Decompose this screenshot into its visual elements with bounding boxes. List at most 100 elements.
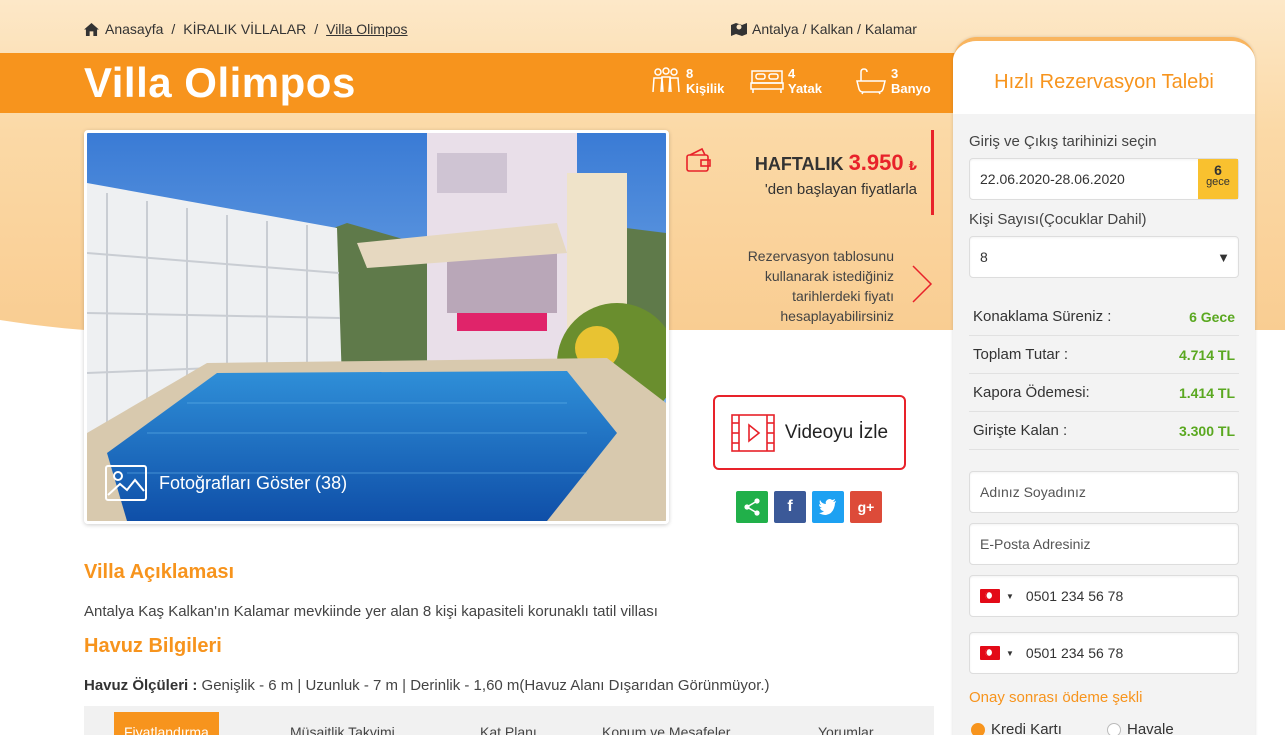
summary-value: 1.414 TL (1178, 384, 1235, 401)
phone-field-2[interactable]: ▼ 0501 234 56 78 (969, 632, 1239, 674)
summary-value: 3.300 TL (1178, 422, 1235, 439)
show-photos-button[interactable]: Fotoğrafları Göster (38) (105, 465, 347, 501)
guests-label: Kişi Sayısı(Çocuklar Dahil) (969, 211, 1147, 228)
description-title: Villa Açıklaması (84, 561, 235, 583)
video-icon (731, 413, 775, 452)
breadcrumb: Anasayfa / KİRALIK VİLLALAR / Villa Olim… (84, 21, 408, 37)
price-period: HAFTALIK (754, 154, 844, 174)
tab-reviews[interactable]: Yorumlar (818, 724, 874, 735)
wallet-icon (686, 147, 711, 172)
payment-option-label: Kredi Kartı (991, 721, 1062, 735)
nights-badge: 6 gece (1198, 159, 1238, 199)
email-field[interactable]: E-Posta Adresiniz (969, 523, 1239, 565)
feature-baths-label: Banyo (891, 81, 931, 96)
breadcrumb-separator: / (314, 21, 319, 37)
summary-label: Kapora Ödemesi: (973, 384, 1090, 401)
share-buttons: f g+ (736, 491, 882, 523)
tab-pricing[interactable]: Fiyatlandırma (114, 712, 219, 735)
feature-baths-value: 3 (891, 66, 899, 81)
guests-select[interactable]: 8 ▼ (969, 236, 1239, 278)
breadcrumb-home[interactable]: Anasayfa (105, 21, 163, 37)
summary-label: Toplam Tutar : (973, 346, 1069, 363)
nights-value: 6 (1214, 162, 1222, 178)
share-icon (744, 498, 760, 516)
payment-title: Onay sonrası ödeme şekli (969, 689, 1143, 706)
tab-location[interactable]: Konum ve Mesafeler (602, 724, 730, 735)
summary-row: Toplam Tutar : 4.714 TL (969, 336, 1239, 374)
phone-value-2: 0501 234 56 78 (1025, 645, 1124, 661)
villa-title: Villa Olimpos (84, 59, 356, 106)
pool-info: Havuz Ölçüleri : Genişlik - 6 m | Uzunlu… (84, 677, 770, 694)
map-icon (731, 23, 747, 36)
chevron-right-icon (912, 265, 933, 303)
price-divider (931, 130, 934, 215)
turkey-flag-icon (980, 646, 1000, 660)
feature-baths: 3 Banyo (855, 66, 931, 96)
twitter-icon (819, 499, 836, 515)
payment-option-label: Havale (1127, 721, 1174, 735)
date-range-input[interactable]: 22.06.2020-28.06.2020 6 gece (969, 158, 1239, 200)
tab-availability[interactable]: Müsaitlik Takvimi (290, 724, 395, 735)
phone-value-1: 0501 234 56 78 (1025, 588, 1124, 604)
price-subtext: 'den başlayan fiyatlarla (764, 181, 917, 198)
pool-label: Havuz Ölçüleri : (84, 677, 198, 694)
bed-icon (750, 70, 784, 93)
summary-label: Girişte Kalan : (973, 422, 1068, 439)
feature-beds: 4 Yatak (750, 66, 822, 96)
show-photos-label: Fotoğrafları Göster (38) (159, 472, 348, 493)
feature-beds-label: Yatak (788, 81, 822, 96)
tab-floor-plan[interactable]: Kat Planı (480, 724, 537, 735)
turkey-flag-icon (980, 589, 1000, 603)
summary-row: Kapora Ödemesi: 1.414 TL (969, 374, 1239, 412)
breadcrumb-current[interactable]: Villa Olimpos (326, 21, 407, 37)
feature-beds-value: 4 (788, 66, 796, 81)
pool-text: Genişlik - 6 m | Uzunluk - 7 m | Derinli… (201, 677, 770, 694)
description-text: Antalya Kaş Kalkan'ın Kalamar mevkiinde … (84, 603, 658, 620)
google-plus-icon: g+ (857, 499, 875, 515)
summary-value: 4.714 TL (1178, 346, 1235, 363)
date-label: Giriş ve Çıkış tarihinizi seçin (969, 133, 1157, 150)
watch-video-button[interactable]: Videoyu İzle (713, 395, 906, 470)
summary-row: Konaklama Süreniz : 6 Gece (969, 298, 1239, 336)
location: Antalya / Kalkan / Kalamar (731, 21, 917, 37)
share-button[interactable] (736, 491, 768, 523)
feature-capacity-label: Kişilik (686, 81, 725, 96)
details-tabs: Fiyatlandırma Müsaitlik Takvimi Kat Plan… (84, 706, 934, 735)
reservation-sidebar: Hızlı Rezervasyon Talebi Giriş ve Çıkış … (953, 37, 1255, 735)
summary-label: Konaklama Süreniz : (973, 308, 1112, 325)
villa-photo-image (87, 133, 666, 521)
facebook-share-button[interactable]: f (774, 491, 806, 523)
facebook-icon: f (787, 498, 793, 515)
people-icon (652, 67, 680, 93)
summary-row: Girişte Kalan : 3.300 TL (969, 412, 1239, 450)
radio-selected-icon[interactable] (971, 722, 985, 735)
bathtub-icon (856, 68, 886, 95)
payment-option-card[interactable]: Kredi Kartı (971, 721, 1062, 735)
twitter-share-button[interactable] (812, 491, 844, 523)
payment-option-transfer[interactable]: Havale (1107, 721, 1174, 735)
feature-capacity-value: 8 (686, 66, 694, 81)
price-amount: 3.950 (848, 150, 904, 175)
google-plus-share-button[interactable]: g+ (850, 491, 882, 523)
price-currency: ₺ (908, 159, 917, 173)
phone-field-1[interactable]: ▼ 0501 234 56 78 (969, 575, 1239, 617)
image-icon (105, 465, 147, 501)
feature-capacity: 8 Kişilik (650, 66, 724, 96)
summary-value: 6 Gece (1189, 308, 1235, 325)
caret-down-icon: ▼ (1006, 591, 1014, 601)
price-label: HAFTALIK 3.950 ₺ (755, 150, 917, 176)
breadcrumb-separator: / (171, 21, 176, 37)
location-text: Antalya / Kalkan / Kalamar (752, 21, 917, 37)
radio-unselected-icon[interactable] (1107, 722, 1121, 735)
pool-title: Havuz Bilgileri (84, 635, 222, 657)
sidebar-title: Hızlı Rezervasyon Talebi (994, 71, 1214, 93)
price-block: HAFTALIK 3.950 ₺ 'den başlayan fiyatlarl… (686, 130, 934, 215)
guests-value: 8 (980, 249, 988, 265)
caret-down-icon: ▼ (1217, 250, 1230, 265)
villa-photo[interactable]: Fotoğrafları Göster (38) (84, 130, 669, 524)
name-field[interactable]: Adınız Soyadınız (969, 471, 1239, 513)
caret-down-icon: ▼ (1006, 648, 1014, 658)
home-icon (84, 22, 99, 36)
nights-label: gece (1206, 176, 1230, 188)
breadcrumb-category[interactable]: KİRALIK VİLLALAR (183, 21, 306, 37)
